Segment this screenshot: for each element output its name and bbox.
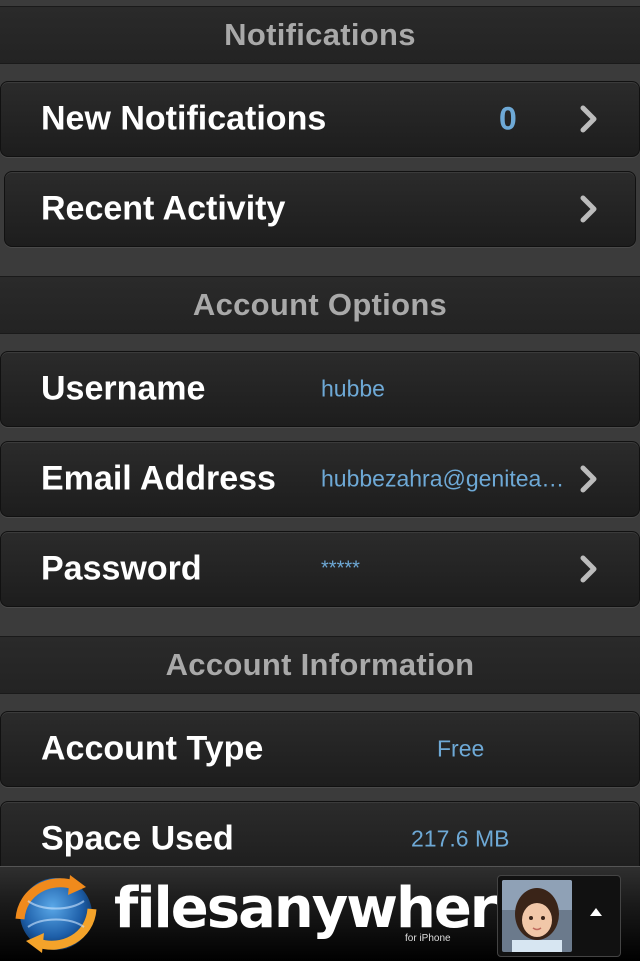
bottom-bar: filesanywhere for iPhone <box>0 866 640 961</box>
section-title: Notifications <box>224 17 416 52</box>
triangle-up-icon <box>590 908 602 916</box>
account-type-value: Free <box>437 735 485 762</box>
new-notifications-row[interactable]: New Notifications 0 <box>0 81 640 157</box>
row-label: New Notifications <box>41 99 327 138</box>
section-title: Account Options <box>192 287 448 322</box>
username-value: hubbe <box>321 375 385 402</box>
chevron-right-icon <box>580 465 597 493</box>
row-label: Space Used <box>41 819 234 858</box>
space-used-value: 217.6 MB <box>411 825 510 852</box>
user-photo-avatar <box>502 880 572 952</box>
section-header-account-options: Account Options <box>0 276 640 334</box>
row-label: Recent Activity <box>41 189 286 228</box>
email-row[interactable]: Email Address hubbezahra@genitea… <box>0 441 640 517</box>
notification-count: 0 <box>499 100 517 137</box>
row-label: Email Address <box>41 459 276 498</box>
account-type-row: Account Type Free <box>0 711 640 787</box>
section-header-notifications: Notifications <box>0 6 640 64</box>
section-header-account-information: Account Information <box>0 636 640 694</box>
row-label: Account Type <box>41 729 264 768</box>
password-value: ***** <box>321 557 360 580</box>
email-value: hubbezahra@genitea… <box>321 465 565 492</box>
chevron-right-icon <box>580 555 597 583</box>
password-row[interactable]: Password ***** <box>0 531 640 607</box>
row-label: Username <box>41 369 206 408</box>
section-title: Account Information <box>165 647 475 682</box>
chevron-right-icon <box>580 105 597 133</box>
brand-logo-text: filesanywhere <box>114 876 533 941</box>
settings-screen: Notifications New Notifications 0 Recent… <box>0 0 640 961</box>
brand-subtitle: for iPhone <box>405 933 451 944</box>
globe-arrows-icon <box>15 875 97 953</box>
username-row[interactable]: Username hubbe <box>0 351 640 427</box>
avatar-toggle[interactable] <box>497 875 621 957</box>
row-label: Password <box>41 549 202 588</box>
recent-activity-row[interactable]: Recent Activity <box>4 171 636 247</box>
chevron-right-icon <box>580 195 597 223</box>
